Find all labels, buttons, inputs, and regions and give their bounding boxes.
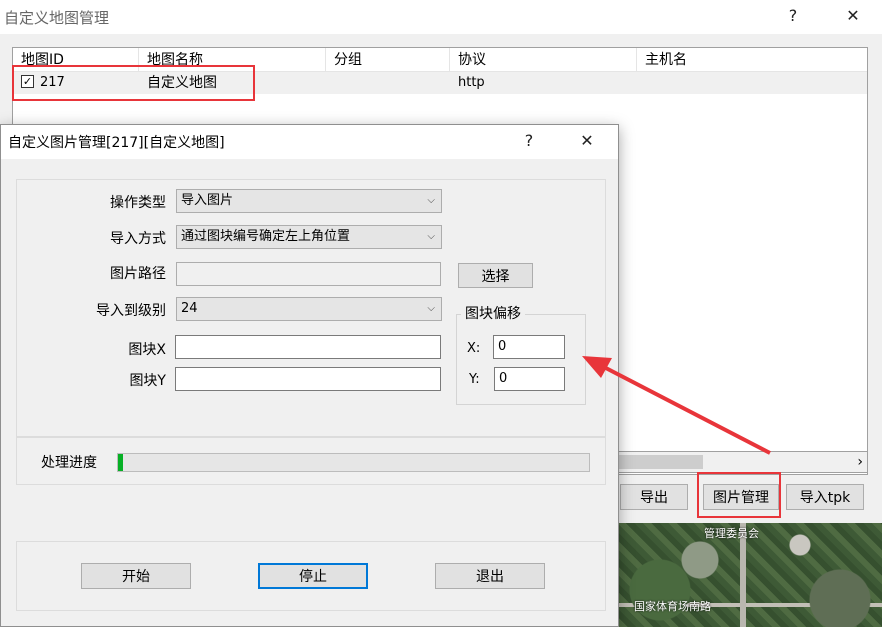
import-method-label: 导入方式 (110, 231, 166, 247)
tile-y-input[interactable] (175, 367, 441, 391)
map-place-label: 管理委员会 (704, 527, 759, 540)
import-method-select[interactable]: 通过图块编号确定左上角位置 ⌵ (176, 225, 442, 249)
import-tpk-button[interactable]: 导入tpk (786, 484, 864, 510)
dialog-help-icon[interactable]: ? (506, 125, 552, 155)
exit-button[interactable]: 退出 (435, 563, 545, 589)
tile-x-input[interactable] (175, 335, 441, 359)
progress-label: 处理进度 (41, 455, 97, 471)
row-id-cell[interactable]: ✓ 217 (13, 72, 139, 94)
main-titlebar: 自定义地图管理 ? ✕ (0, 0, 882, 34)
map-list-header: 地图ID 地图名称 分组 协议 主机名 (13, 48, 867, 72)
offset-y-label: Y: (469, 372, 480, 387)
row-group-cell (326, 72, 450, 94)
scrollbar-thumb[interactable] (613, 455, 703, 469)
image-manage-button[interactable]: 图片管理 (703, 484, 779, 510)
progress-fill (118, 454, 123, 471)
offset-y-input[interactable]: 0 (494, 367, 565, 391)
image-path-field[interactable] (176, 262, 441, 286)
close-icon[interactable]: ✕ (830, 0, 876, 30)
row-id-text: 217 (40, 75, 65, 90)
column-header-map-name[interactable]: 地图名称 (139, 48, 326, 72)
import-method-value: 通过图块编号确定左上角位置 (181, 229, 351, 244)
import-level-select[interactable]: 24 ⌵ (176, 297, 442, 321)
dialog-close-icon[interactable]: ✕ (564, 125, 610, 155)
image-path-label: 图片路径 (110, 266, 166, 282)
import-level-value: 24 (181, 301, 198, 316)
column-header-host[interactable]: 主机名 (637, 48, 867, 72)
scroll-right-icon[interactable]: › (857, 452, 863, 472)
chevron-down-icon: ⌵ (427, 231, 435, 242)
offset-x-input[interactable]: 0 (493, 335, 565, 359)
offset-x-label: X: (467, 341, 481, 356)
column-header-group[interactable]: 分组 (326, 48, 450, 72)
dialog-titlebar: 自定义图片管理[217][自定义地图] ? ✕ (1, 125, 618, 159)
operation-type-value: 导入图片 (181, 193, 234, 208)
dialog-title: 自定义图片管理[217][自定义地图] (8, 135, 225, 151)
row-name-cell: 自定义地图 (147, 75, 217, 91)
chevron-down-icon: ⌵ (427, 303, 435, 314)
main-window-title: 自定义地图管理 (4, 8, 110, 27)
table-row[interactable]: ✓ 217 自定义地图 http (13, 72, 867, 94)
help-icon[interactable]: ? (770, 0, 816, 30)
chevron-down-icon: ⌵ (427, 195, 435, 206)
row-checkbox[interactable]: ✓ (21, 75, 34, 88)
tile-y-label: 图块Y (129, 373, 166, 389)
image-manage-dialog: 自定义图片管理[217][自定义地图] ? ✕ 操作类型 导入图片 ⌵ 导入方式… (0, 124, 619, 627)
tile-x-label: 图块X (128, 342, 166, 358)
row-protocol-cell: http (458, 75, 485, 90)
export-button[interactable]: 导出 (620, 484, 688, 510)
column-header-protocol[interactable]: 协议 (450, 48, 637, 72)
start-button[interactable]: 开始 (81, 563, 191, 589)
tile-offset-group (456, 314, 586, 405)
import-level-label: 导入到级别 (96, 303, 166, 319)
map-road-label: 国家体育场南路 (634, 600, 711, 613)
row-host-cell (637, 72, 867, 94)
select-button[interactable]: 选择 (458, 263, 533, 288)
progress-bar (117, 453, 590, 472)
stop-button[interactable]: 停止 (258, 563, 368, 589)
operation-type-label: 操作类型 (110, 195, 166, 211)
operation-type-select[interactable]: 导入图片 ⌵ (176, 189, 442, 213)
tile-offset-title: 图块偏移 (461, 303, 525, 323)
column-header-map-id[interactable]: 地图ID (13, 48, 139, 72)
